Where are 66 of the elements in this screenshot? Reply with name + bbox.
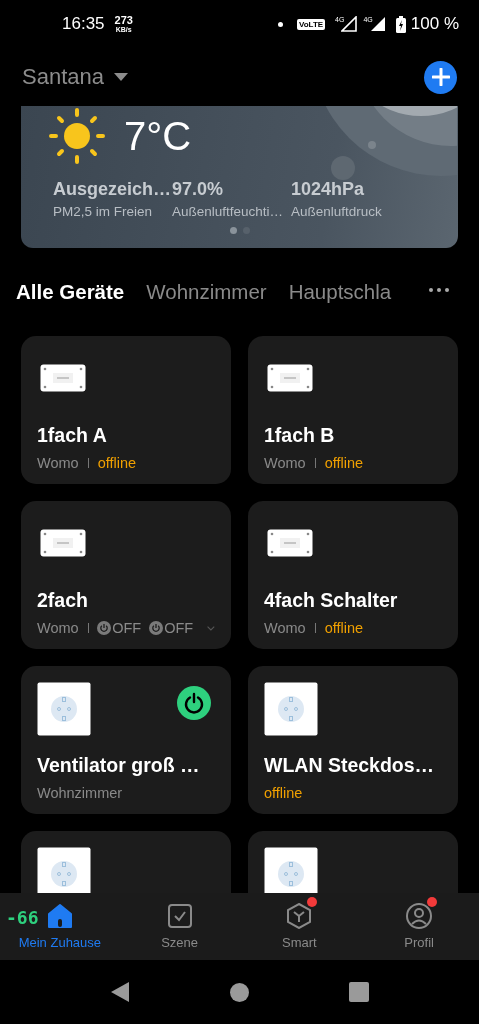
weather-value: Ausgezeich… [53,179,172,200]
weather-value: 97.0% [172,179,225,200]
nav-tab[interactable]: Profil [359,893,479,960]
device-card[interactable]: 1fach B Womo offline [248,336,458,484]
caret-icon [113,73,128,81]
room-name: Womo [37,455,79,471]
device-card[interactable]: 4fach Schalter Womo offline [248,501,458,649]
switch-icon [40,529,86,557]
socket-icon [37,682,91,736]
nav-tab[interactable]: Szene [119,893,240,960]
power-icon[interactable] [149,621,164,635]
plus-icon [431,68,450,86]
device-name: 2fach [37,589,89,612]
status-text: offline [97,455,137,471]
device-name: 1fach A [37,424,108,447]
device-card[interactable]: Ventilator groß … Wohnzimmer [21,666,231,814]
device-card[interactable]: 2fach Womo OFF OFF [21,501,231,649]
room-name: Womo [264,455,306,471]
room-name: Womo [37,620,79,636]
user-icon [406,903,433,929]
switch-icon [267,529,313,557]
home-selector[interactable]: Santana [22,64,128,90]
channel-state: OFF [164,620,194,636]
device-card[interactable]: 1fach A Womo offline [21,336,231,484]
volte-badge: VoLTE [296,18,326,30]
socket-icon [264,847,318,893]
room-tab[interactable]: Alle Geräte [16,280,125,304]
nav-tab[interactable]: Smart [239,893,360,960]
weather-label: Außenluftdruck [291,204,383,219]
battery-percent: 100 % [410,14,459,34]
power-button[interactable] [177,686,211,720]
room-name: Womo [264,620,306,636]
socket-icon [37,847,91,893]
notification-dot [277,21,283,27]
home-icon [46,903,73,929]
device-name: 1fach B [264,424,336,447]
room-tab[interactable]: Wohnzimmer [146,280,267,304]
switch-icon [267,364,313,392]
cube-icon [286,903,313,929]
status-text: offline [324,620,364,636]
checkbox-icon [166,903,193,929]
room-name: Wohnzimmer [37,785,123,801]
back-icon[interactable] [110,981,130,1003]
clock-time: 16:35 [62,14,105,34]
temperature: 7°C [124,113,192,159]
debug-overlay: -66 [6,907,39,928]
weather-value: 1024hPa [291,179,366,200]
device-name: 4fach Schalter [264,589,399,612]
home-button-icon[interactable] [230,982,249,1002]
device-name: Ventilator groß … [37,754,201,777]
status-text: offline [264,785,303,801]
battery-charging-icon [395,15,406,33]
status-text: offline [324,455,364,471]
switch-icon [40,364,86,392]
device-card[interactable]: WLAN Steckdos… offline [248,666,458,814]
weather-label: PM2,5 im Freien [53,204,154,219]
room-tab[interactable]: Hauptschla [288,280,392,304]
channel-state: OFF [112,620,142,636]
sun-icon [48,107,106,165]
power-icon[interactable] [97,621,112,635]
add-button[interactable] [424,60,457,94]
network-speed: 273 [114,15,133,26]
power-icon [183,692,205,714]
weather-label: Außenluftfeuchti… [172,204,285,219]
device-name: WLAN Steckdos… [264,754,436,777]
socket-icon [264,682,318,736]
